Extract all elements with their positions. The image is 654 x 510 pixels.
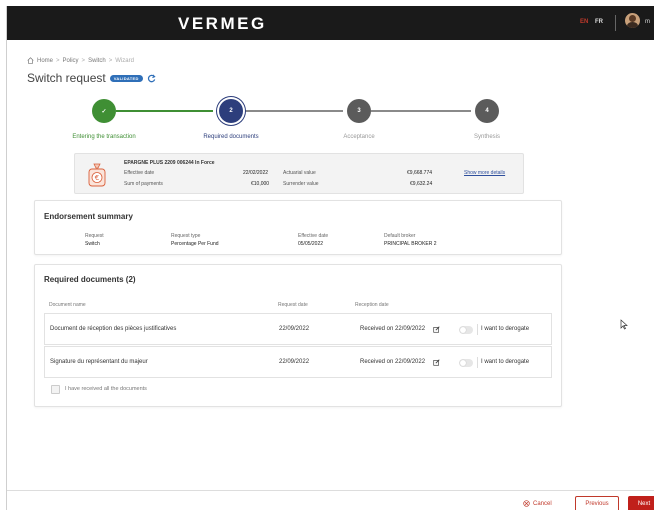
- breadcrumb: Home > Policy > Switch > Wizard: [27, 57, 134, 64]
- edit-icon[interactable]: [433, 359, 440, 366]
- table-row: Document de réception des pièces justifi…: [44, 313, 552, 345]
- sum-payments-value: €10,000: [251, 181, 270, 187]
- actuarial-label: Actuarial value: [283, 170, 316, 176]
- actuarial-value: €9,668.774: [407, 170, 433, 176]
- step-4-label: Synthesis: [473, 134, 500, 140]
- moneybag-icon: €: [88, 163, 106, 187]
- breadcrumb-wizard: Wizard: [115, 57, 134, 64]
- endorsement-title: Endorsement summary: [44, 212, 133, 221]
- app-frame: VERMEG EN FR m Home > Policy > Switch > …: [6, 6, 654, 510]
- cancel-button[interactable]: Cancel: [523, 500, 552, 507]
- policy-summary-card: € EPARGNE PLUS 2209 006244 In Force Effe…: [74, 153, 524, 194]
- lang-en[interactable]: EN: [580, 19, 588, 25]
- sum-payments-label: Sum of payments: [124, 181, 163, 187]
- next-button[interactable]: Next: [628, 496, 654, 510]
- surrender-label: Surrender value: [283, 181, 319, 187]
- step-1-circle[interactable]: ✓: [92, 99, 116, 123]
- effective-date-value-2: 05/05/2022: [298, 241, 324, 247]
- document-name: Signature du représentant du majeur: [50, 359, 148, 365]
- effective-date-label-2: Effective date: [298, 233, 329, 239]
- step-connector-1: [116, 110, 213, 112]
- table-row: Signature du représentant du majeur 22/0…: [44, 346, 552, 378]
- reception-date: Received on 22/09/2022: [360, 326, 426, 332]
- col-reception-date: Reception date: [355, 302, 389, 308]
- page-title: Switch request: [27, 71, 106, 85]
- status-badge: VALIDATED: [109, 74, 143, 82]
- reception-date: Received on 22/09/2022: [360, 359, 426, 365]
- step-connector-3: [371, 110, 471, 112]
- show-more-details-link[interactable]: Show more details: [464, 170, 505, 176]
- breadcrumb-home[interactable]: Home: [37, 58, 53, 64]
- step-2-circle[interactable]: 2: [219, 99, 243, 123]
- home-icon[interactable]: [27, 57, 34, 64]
- vermeg-logo[interactable]: VERMEG: [178, 14, 267, 34]
- policy-name: EPARGNE PLUS 2209 006244 In Force: [124, 160, 215, 166]
- col-request-date: Request date: [278, 302, 308, 308]
- step-4-circle: 4: [475, 99, 499, 123]
- default-broker-label: Default broker: [384, 233, 416, 239]
- cancel-icon: [523, 500, 530, 507]
- step-3-circle: 3: [347, 99, 371, 123]
- refresh-icon[interactable]: [147, 74, 156, 83]
- request-label: Request: [85, 233, 104, 239]
- request-value: Switch: [85, 241, 100, 247]
- header-divider: [615, 15, 616, 31]
- avatar[interactable]: [625, 13, 640, 28]
- footer-bar: Cancel Previous Next: [7, 490, 654, 510]
- required-documents-panel: Required documents (2) Document name Req…: [34, 264, 562, 407]
- derogate-toggle[interactable]: [459, 326, 473, 334]
- request-type-value: Percentage Per Fund: [171, 241, 219, 247]
- mouse-cursor-icon: [620, 319, 628, 330]
- derogate-label: I want to derogate: [481, 326, 530, 332]
- request-type-label: Request type: [171, 233, 201, 239]
- col-document-name: Document name: [49, 302, 86, 308]
- step-connector-2: [243, 110, 343, 112]
- derogate-label: I want to derogate: [481, 359, 530, 365]
- request-date: 22/09/2022: [279, 359, 310, 365]
- cancel-label: Cancel: [533, 500, 552, 507]
- lang-fr[interactable]: FR: [595, 19, 603, 25]
- edit-icon[interactable]: [433, 326, 440, 333]
- default-broker-value: PRINCIPAL BROKER 2: [384, 241, 437, 247]
- document-name: Document de réception des pièces justifi…: [50, 326, 177, 332]
- breadcrumb-switch[interactable]: Switch: [88, 58, 106, 64]
- all-documents-label: I have received all the documents: [65, 386, 147, 392]
- all-documents-checkbox[interactable]: [51, 385, 60, 394]
- effective-date-value: 22/02/2022: [243, 170, 269, 176]
- svg-text:€: €: [95, 174, 99, 182]
- endorsement-summary-panel: Endorsement summary Request Switch Reque…: [34, 200, 562, 255]
- effective-date-label: Effective date: [124, 170, 155, 176]
- documents-title: Required documents (2): [44, 275, 136, 284]
- request-date: 22/09/2022: [279, 326, 310, 332]
- title-row: Switch request VALIDATED: [27, 71, 156, 85]
- step-2-label: Required documents: [203, 134, 259, 140]
- breadcrumb-policy[interactable]: Policy: [63, 58, 79, 64]
- user-name[interactable]: m: [645, 19, 650, 25]
- step-3-label: Acceptance: [343, 134, 375, 140]
- previous-button[interactable]: Previous: [575, 496, 619, 510]
- step-1-label: Entering the transaction: [72, 134, 136, 140]
- top-bar: VERMEG EN FR m: [7, 6, 654, 40]
- surrender-value: €9,632.24: [410, 181, 433, 187]
- derogate-toggle[interactable]: [459, 359, 473, 367]
